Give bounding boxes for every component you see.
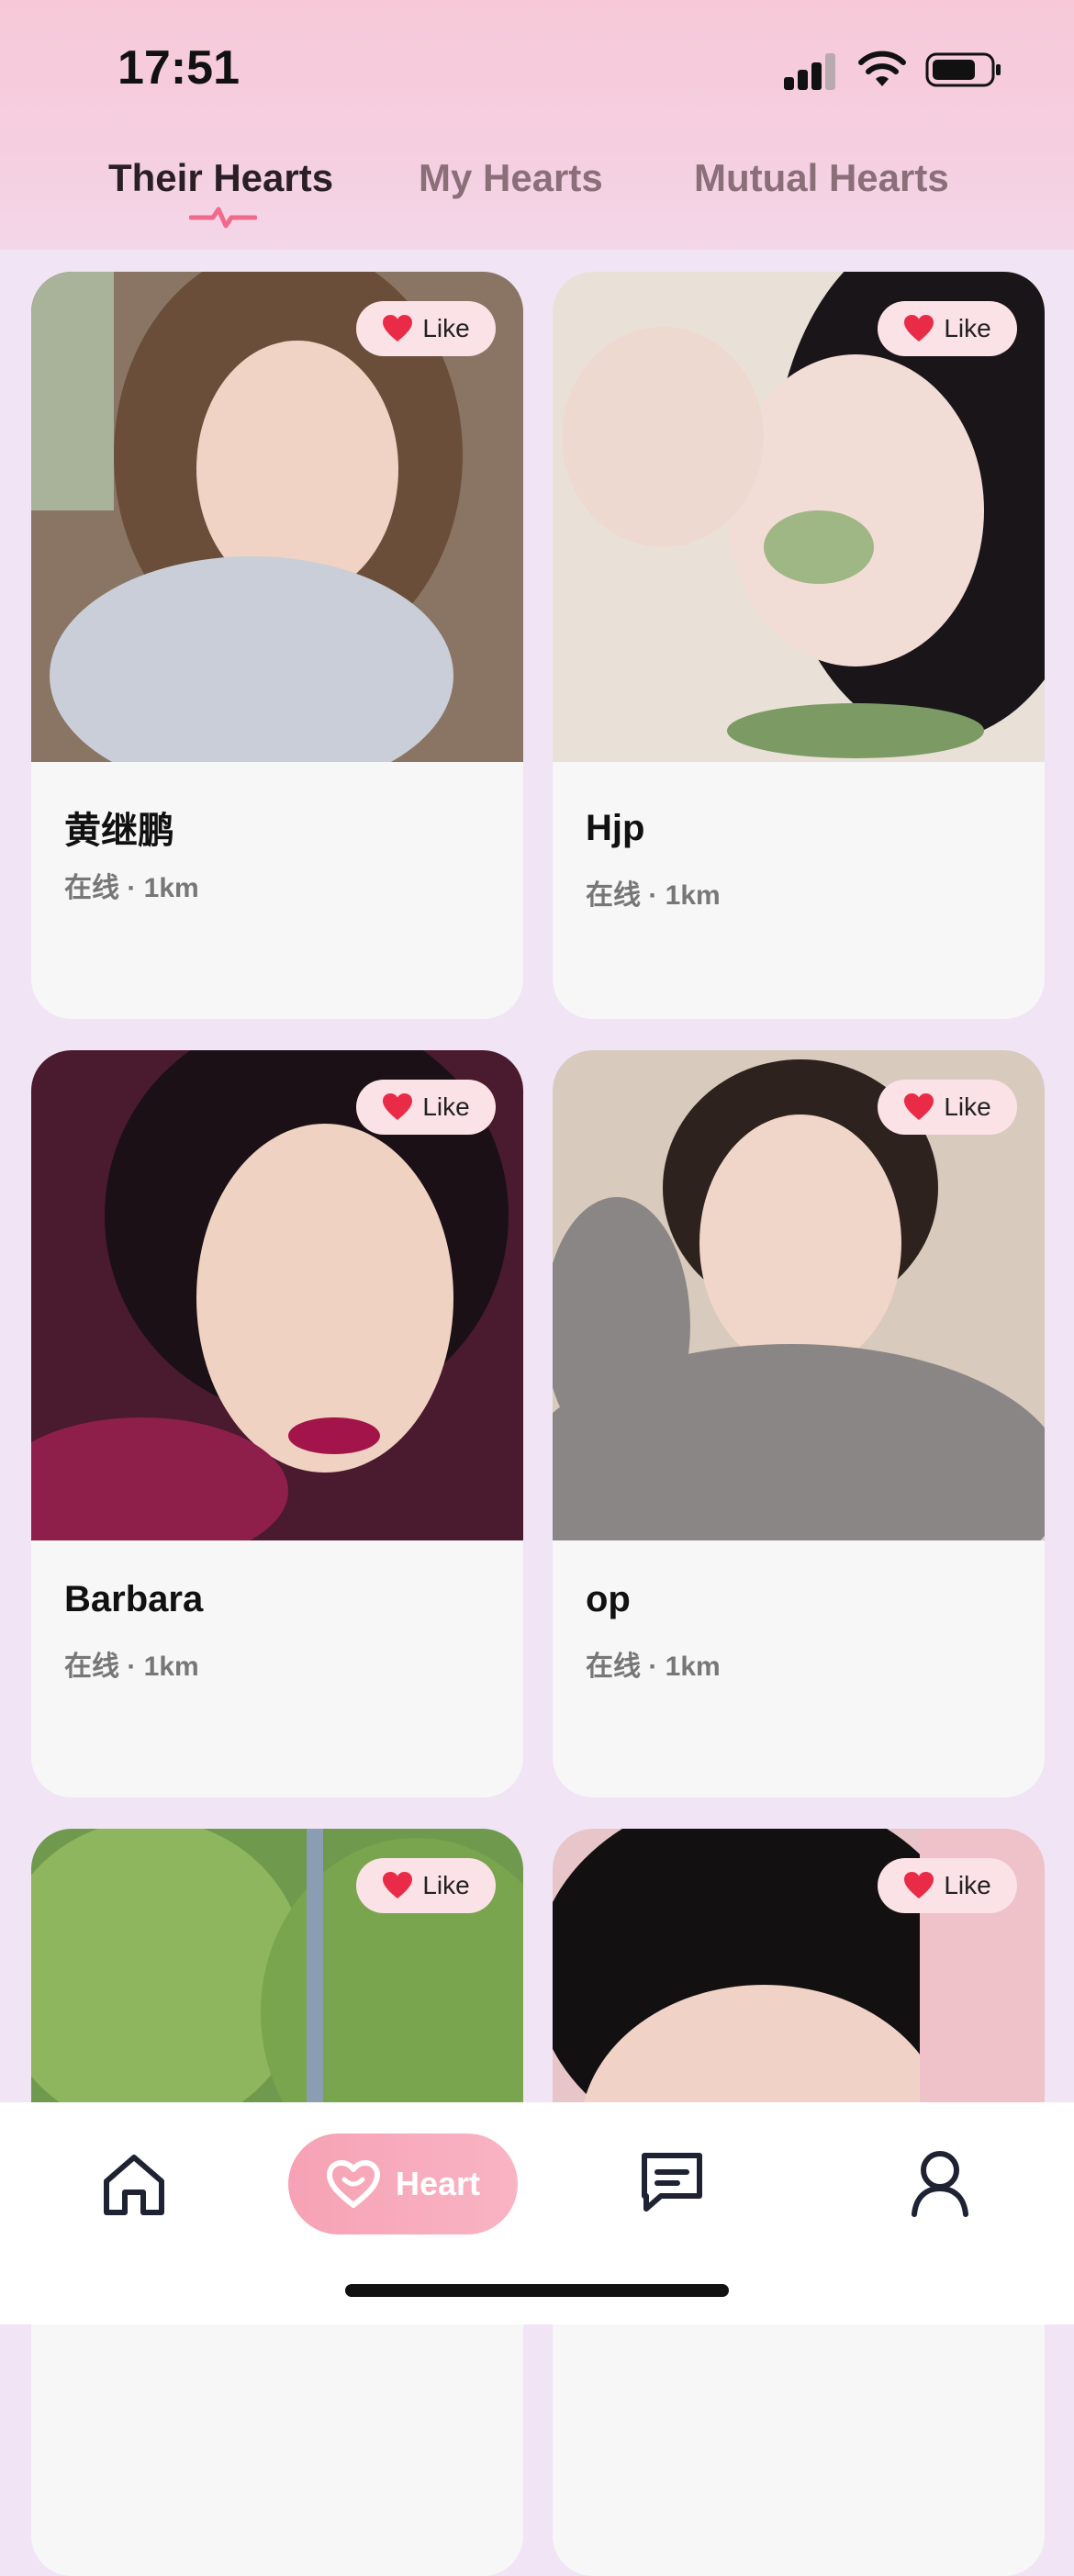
- heart-icon: [383, 1093, 413, 1120]
- profile-status: 在线 · 1km: [586, 1652, 721, 1682]
- like-button[interactable]: Like: [878, 301, 1017, 356]
- profile-icon[interactable]: [905, 2148, 975, 2218]
- profile-card[interactable]: Like Hjp 在线 · 1km: [553, 272, 1045, 1019]
- like-button[interactable]: Like: [356, 1858, 496, 1913]
- heart-icon: [904, 1872, 934, 1898]
- profile-card[interactable]: Like 黄继鹏 在线 · 1km: [31, 272, 523, 1019]
- like-label: Like: [422, 1092, 470, 1121]
- profile-status: 在线 · 1km: [64, 1652, 199, 1682]
- profile-name: Hjp: [586, 808, 645, 848]
- profile-card[interactable]: Like Barbara 在线 · 1km: [31, 1050, 523, 1798]
- heart-icon: [383, 315, 413, 342]
- like-label: Like: [422, 314, 470, 342]
- profile-name: 黄继鹏: [64, 811, 174, 851]
- status-time: 17:51: [117, 41, 240, 95]
- tab-mutual-hearts[interactable]: Mutual Hearts: [694, 156, 949, 200]
- tab-their-hearts[interactable]: Their Hearts: [108, 156, 333, 200]
- chat-icon[interactable]: [637, 2148, 707, 2218]
- profile-card[interactable]: Like op 在线 · 1km: [553, 1050, 1045, 1798]
- heart-icon: [904, 1093, 934, 1120]
- heart-icon: [383, 1872, 413, 1898]
- like-label: Like: [422, 1871, 470, 1899]
- heart-icon: [904, 315, 934, 342]
- like-button[interactable]: Like: [878, 1080, 1017, 1135]
- tab-indicator-pulse-icon: [189, 207, 257, 229]
- heart-tab-button[interactable]: Heart: [288, 2134, 518, 2234]
- like-label: Like: [944, 314, 991, 342]
- like-button[interactable]: Like: [878, 1858, 1017, 1913]
- wifi-icon: [858, 50, 906, 86]
- home-indicator: [345, 2284, 729, 2297]
- like-label: Like: [944, 1871, 991, 1899]
- heart-smile-icon: [326, 2160, 380, 2208]
- like-button[interactable]: Like: [356, 301, 496, 356]
- like-label: Like: [944, 1092, 991, 1121]
- profile-status: 在线 · 1km: [586, 880, 721, 911]
- home-icon[interactable]: [99, 2150, 169, 2220]
- profile-status: 在线 · 1km: [64, 873, 199, 903]
- bottom-nav: Heart: [0, 2102, 1074, 2324]
- header: 17:51 Their Hearts My Hearts Mutual Hear…: [0, 0, 1074, 250]
- tab-bar: Their Hearts My Hearts Mutual Hearts: [0, 147, 1074, 220]
- like-button[interactable]: Like: [356, 1080, 496, 1135]
- tab-my-hearts[interactable]: My Hearts: [419, 156, 603, 200]
- profile-name: op: [586, 1579, 631, 1619]
- profile-name: Barbara: [64, 1579, 204, 1619]
- battery-icon: [925, 52, 1001, 87]
- heart-tab-label: Heart: [395, 2165, 481, 2202]
- signal-icon: [784, 53, 839, 90]
